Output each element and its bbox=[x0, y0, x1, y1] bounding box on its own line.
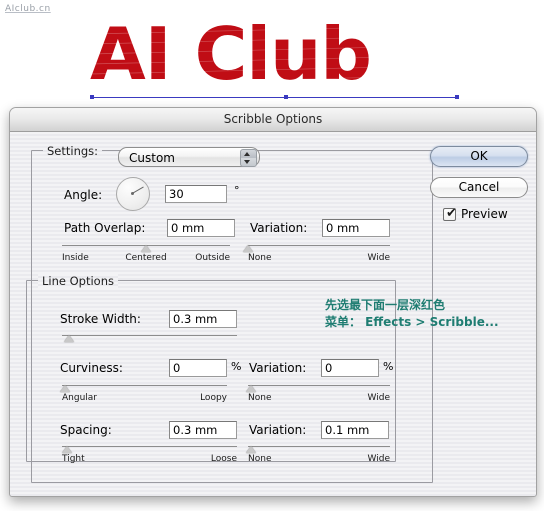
slider-track bbox=[62, 335, 237, 336]
slider-thumb[interactable] bbox=[245, 385, 256, 392]
curviness-input[interactable] bbox=[169, 359, 227, 377]
angle-dial[interactable] bbox=[116, 177, 150, 211]
path-overlap-slider[interactable]: Inside Centered Outside bbox=[62, 242, 230, 263]
path-anchor-point[interactable] bbox=[90, 95, 94, 99]
screenshot-root: AI Club AIclub.cn Scribble Options Setti… bbox=[0, 0, 544, 511]
curviness-tick-angular: Angular bbox=[62, 393, 97, 403]
slider-track bbox=[62, 385, 227, 386]
spacing-tick-loose: Loose bbox=[210, 454, 237, 464]
preview-label: Preview bbox=[461, 207, 508, 221]
path-overlap-tick-inside: Inside bbox=[62, 253, 89, 263]
curviness-unit-label: % bbox=[231, 360, 242, 373]
slider-thumb[interactable] bbox=[245, 446, 256, 453]
settings-group-label: Settings: bbox=[43, 144, 103, 158]
curviness-variation-slider[interactable]: None Wide bbox=[245, 382, 390, 403]
annotation-overlay: 先选最下面一层深红色 菜单： Effects > Scribble... bbox=[325, 297, 499, 331]
site-watermark: AIclub.cn bbox=[5, 4, 51, 14]
cancel-button[interactable]: Cancel bbox=[430, 177, 528, 198]
annotation-line-1: 先选最下面一层深红色 bbox=[325, 298, 446, 312]
path-overlap-input[interactable] bbox=[167, 219, 235, 237]
angle-dial-hub bbox=[130, 191, 134, 195]
spacing-variation-input[interactable] bbox=[321, 421, 389, 439]
path-anchor-point[interactable] bbox=[455, 95, 459, 99]
annotation-line-2: 菜单： Effects > Scribble... bbox=[325, 315, 499, 329]
slider-thumb[interactable] bbox=[141, 245, 151, 252]
spacing-input[interactable] bbox=[169, 421, 237, 439]
artwork-path-baseline bbox=[92, 97, 458, 98]
variation-tick-wide: Wide bbox=[367, 454, 390, 464]
line-options-group-label: Line Options bbox=[38, 274, 118, 288]
angle-dial-needle bbox=[132, 186, 144, 194]
preview-checkbox-row[interactable]: ✔ Preview bbox=[443, 207, 533, 223]
stroke-width-slider[interactable] bbox=[62, 332, 237, 348]
slider-track bbox=[248, 446, 390, 447]
illustration-canvas: AI Club bbox=[0, 0, 544, 106]
spacing-tick-tight: Tight bbox=[62, 454, 85, 464]
curviness-label: Curviness: bbox=[60, 361, 123, 375]
slider-thumb[interactable] bbox=[62, 446, 73, 453]
logo-text: AI Club bbox=[90, 12, 372, 96]
path-overlap-variation-input[interactable] bbox=[322, 219, 390, 237]
chevron-updown-icon[interactable] bbox=[240, 149, 257, 167]
ok-button[interactable]: OK bbox=[430, 146, 528, 167]
variation-tick-wide: Wide bbox=[367, 393, 390, 403]
checkmark-icon: ✔ bbox=[446, 206, 457, 221]
angle-input[interactable] bbox=[165, 185, 227, 203]
artwork-logo: AI Club bbox=[90, 14, 520, 94]
slider-track bbox=[62, 446, 237, 447]
dialog-titlebar[interactable]: Scribble Options bbox=[10, 108, 536, 132]
dialog-title: Scribble Options bbox=[223, 112, 323, 126]
checkbox-icon[interactable]: ✔ bbox=[443, 206, 457, 221]
spacing-variation-slider[interactable]: None Wide bbox=[245, 443, 390, 464]
slider-thumb[interactable] bbox=[243, 245, 253, 252]
variation-tick-none: None bbox=[248, 393, 272, 403]
curviness-variation-label: Variation: bbox=[249, 361, 307, 375]
curviness-tick-loopy: Loopy bbox=[200, 393, 227, 403]
stroke-width-input[interactable] bbox=[169, 310, 237, 328]
spacing-label: Spacing: bbox=[60, 423, 112, 437]
path-overlap-tick-outside: Outside bbox=[195, 253, 230, 263]
slider-thumb[interactable] bbox=[60, 385, 71, 392]
settings-popup[interactable]: Custom bbox=[118, 147, 260, 167]
spacing-slider[interactable]: Tight Loose bbox=[62, 443, 237, 464]
curviness-slider[interactable]: Angular Loopy bbox=[60, 382, 227, 403]
spacing-variation-label: Variation: bbox=[249, 423, 307, 437]
slider-track bbox=[248, 385, 390, 386]
curviness-variation-unit-label: % bbox=[383, 360, 394, 373]
path-overlap-variation-label: Variation: bbox=[250, 221, 308, 235]
slider-thumb[interactable] bbox=[64, 335, 74, 342]
angle-label: Angle: bbox=[64, 188, 103, 202]
variation-tick-none: None bbox=[248, 253, 272, 263]
path-overlap-tick-centered: Centered bbox=[125, 253, 167, 263]
stroke-width-label: Stroke Width: bbox=[60, 312, 141, 326]
variation-tick-wide: Wide bbox=[367, 253, 390, 263]
path-overlap-label: Path Overlap: bbox=[64, 221, 146, 235]
curviness-variation-input[interactable] bbox=[321, 359, 379, 377]
settings-popup-value: Custom bbox=[129, 151, 175, 165]
path-anchor-point[interactable] bbox=[284, 95, 288, 99]
path-overlap-variation-slider[interactable]: None Wide bbox=[243, 242, 390, 263]
slider-track bbox=[248, 245, 390, 246]
variation-tick-none: None bbox=[248, 454, 272, 464]
angle-unit-label: ° bbox=[234, 184, 240, 197]
